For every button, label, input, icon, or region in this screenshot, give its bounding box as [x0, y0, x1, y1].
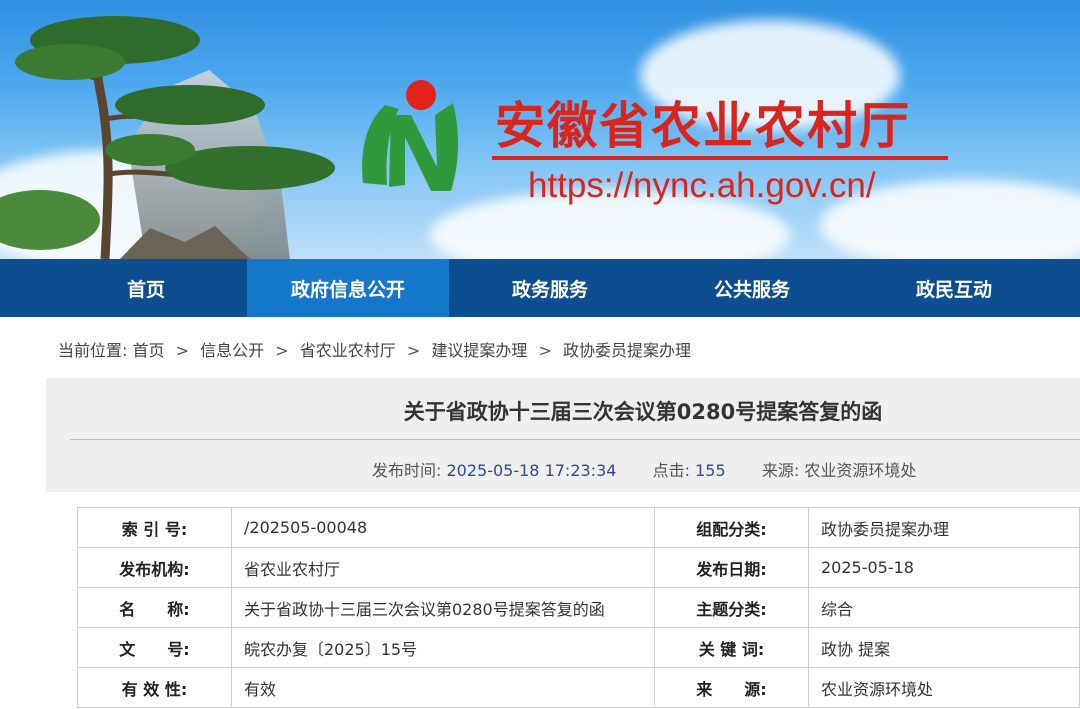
source-value: 农业资源环境处	[808, 667, 1080, 708]
category-value: 政协委员提案办理	[808, 507, 1080, 548]
breadcrumb-separator: >	[175, 341, 190, 360]
source-value: 农业资源环境处	[804, 461, 917, 480]
agri-logo-icon	[362, 80, 459, 191]
nav-item-home[interactable]: 首页	[45, 259, 247, 317]
title-divider	[492, 156, 948, 160]
topic-value: 综合	[808, 587, 1080, 628]
category-label: 组配分类:	[654, 507, 809, 548]
clicks-label: 点击:	[652, 461, 691, 480]
topic-label: 主题分类:	[654, 587, 809, 628]
table-row: 名 称: 关于省政协十三届三次会议第0280号提案答复的函 主题分类: 综合	[77, 587, 1080, 628]
site-url: https://nync.ah.gov.cn/	[528, 166, 876, 205]
header-divider	[70, 439, 1080, 440]
doc-number-label: 文 号:	[77, 627, 232, 668]
breadcrumb-department[interactable]: 省农业农村厅	[300, 341, 396, 360]
breadcrumb: 当前位置: 首页 > 信息公开 > 省农业农村厅 > 建议提案办理 > 政协委员…	[58, 337, 691, 361]
table-row: 索 引 号: /202505-00048 组配分类: 政协委员提案办理	[77, 507, 1080, 548]
index-number-label: 索 引 号:	[77, 507, 232, 548]
breadcrumb-home[interactable]: 首页	[133, 341, 165, 360]
breadcrumb-separator: >	[538, 341, 552, 360]
main-nav: 首页 政府信息公开 政务服务 公共服务 政民互动	[0, 259, 1080, 317]
index-number-value: /202505-00048	[231, 507, 655, 548]
publish-date-value: 2025-05-18	[808, 547, 1080, 588]
doc-name-label: 名 称:	[77, 587, 232, 628]
publisher-label: 发布机构:	[77, 547, 232, 588]
doc-number-value: 皖农办复〔2025〕15号	[231, 627, 655, 668]
nav-item-public-services[interactable]: 公共服务	[651, 259, 853, 317]
breadcrumb-separator: >	[275, 341, 289, 360]
table-row: 文 号: 皖农办复〔2025〕15号 关 键 词: 政协 提案	[77, 627, 1080, 668]
article-meta: 发布时间: 2025-05-18 17:23:34 点击: 155 来源: 农业…	[372, 457, 916, 481]
publisher-value: 省农业农村厅	[231, 547, 655, 588]
publish-date-label: 发布日期:	[654, 547, 809, 588]
nav-item-gov-info[interactable]: 政府信息公开	[247, 259, 449, 317]
keywords-label: 关 键 词:	[654, 627, 809, 668]
publish-time-value: 2025-05-18 17:23:34	[446, 461, 617, 480]
clicks-value: 155	[695, 461, 726, 480]
pine-tree-image	[0, 16, 335, 259]
doc-name-value: 关于省政协十三届三次会议第0280号提案答复的函	[231, 587, 655, 628]
breadcrumb-info-disclosure[interactable]: 信息公开	[200, 341, 264, 360]
table-row: 发布机构: 省农业农村厅 发布日期: 2025-05-18	[77, 547, 1080, 588]
breadcrumb-prefix: 当前位置:	[58, 341, 128, 360]
nav-item-gov-services[interactable]: 政务服务	[449, 259, 651, 317]
breadcrumb-separator: >	[406, 341, 421, 360]
article-title: 关于省政协十三届三次会议第0280号提案答复的函	[403, 400, 883, 424]
source-label: 来 源:	[654, 667, 809, 708]
validity-label: 有 效 性:	[77, 667, 232, 708]
header-banner: 安徽省农业农村厅 https://nync.ah.gov.cn/	[0, 0, 1080, 259]
breadcrumb-proposals[interactable]: 建议提案办理	[431, 341, 527, 360]
validity-value: 有效	[231, 667, 655, 708]
source-label: 来源:	[761, 461, 800, 480]
article-header: 关于省政协十三届三次会议第0280号提案答复的函 发布时间: 2025-05-1…	[46, 378, 1080, 492]
site-title: 安徽省农业农村厅	[495, 97, 911, 155]
breadcrumb-cppcc-proposals[interactable]: 政协委员提案办理	[563, 341, 691, 360]
document-info-table: 索 引 号: /202505-00048 组配分类: 政协委员提案办理 发布机构…	[77, 507, 1080, 708]
table-row: 有 效 性: 有效 来 源: 农业资源环境处	[77, 667, 1080, 708]
nav-item-interaction[interactable]: 政民互动	[853, 259, 1055, 317]
keywords-value: 政协 提案	[808, 627, 1080, 668]
publish-time-label: 发布时间:	[372, 461, 442, 480]
